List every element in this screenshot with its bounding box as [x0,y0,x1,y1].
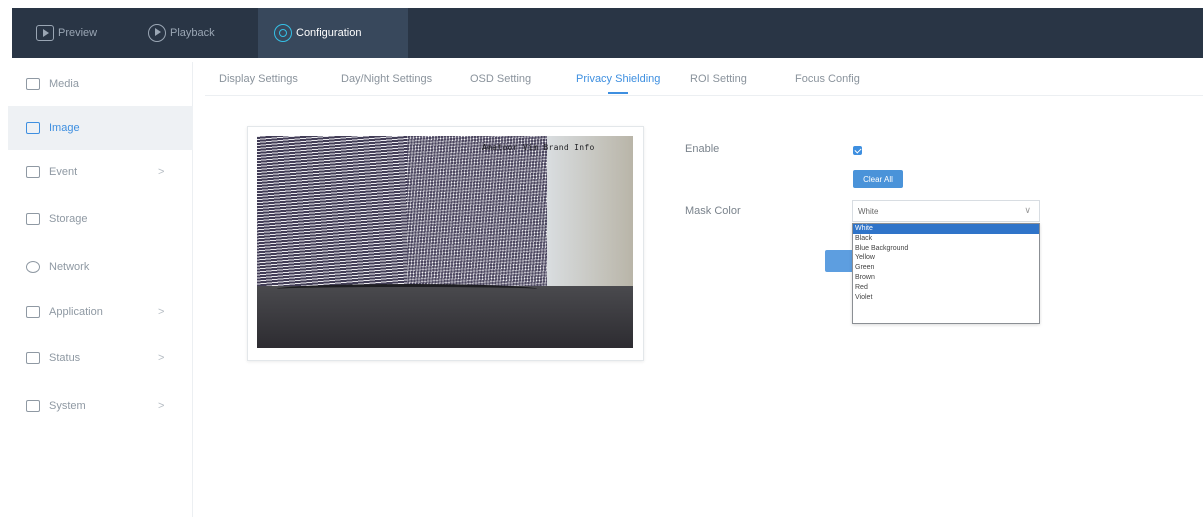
application-icon [26,306,40,318]
tab-configuration-label: Configuration [296,27,362,39]
play-square-icon [36,25,54,41]
image-icon [26,122,40,134]
sidebar-item-label: System [49,400,86,412]
sidebar-item-label: Storage [49,213,88,225]
video-preview-card: Amatoor Vim Brand Info [247,126,644,361]
option-yellow[interactable]: Yellow [853,253,1039,263]
tab-playback-label: Playback [170,27,215,39]
tab-day-night-settings[interactable]: Day/Night Settings [341,73,432,85]
enable-checkbox[interactable] [853,146,862,155]
sidebar: Media Image Event > Storage Network Appl… [8,62,193,517]
mask-color-select[interactable]: White ∨ [852,200,1040,222]
top-navigation-inner: Preview Playback Configuration [12,8,1203,58]
obscured-button[interactable] [825,250,852,272]
configuration-icon [274,24,292,42]
video-floor [257,286,633,348]
sidebar-item-label: Image [49,122,80,134]
top-navigation-bar: Preview Playback Configuration [0,0,1203,62]
tab-roi-setting[interactable]: ROI Setting [690,73,747,85]
storage-icon [26,213,40,225]
sidebar-item-label: Application [49,306,103,318]
system-icon [26,400,40,412]
tab-privacy-shielding[interactable]: Privacy Shielding [576,73,660,94]
sidebar-item-storage[interactable]: Storage [8,197,193,241]
tab-playback[interactable]: Playback [148,8,215,58]
mask-color-label: Mask Color [685,205,741,217]
mask-color-dropdown: White Black Blue Background Yellow Green… [852,223,1040,324]
sidebar-item-label: Event [49,166,78,178]
chevron-right-icon: > [158,400,165,412]
sidebar-item-label: Status [49,352,81,364]
tab-preview-label: Preview [58,27,98,39]
video-cable [277,284,537,294]
enable-label: Enable [685,143,720,155]
status-icon [26,352,40,364]
chevron-right-icon: > [158,166,165,178]
tab-osd-setting[interactable]: OSD Setting [470,73,531,85]
sidebar-item-image[interactable]: Image [8,106,193,150]
sidebar-item-event[interactable]: Event > [8,150,193,194]
sidebar-item-application[interactable]: Application > [8,290,193,334]
sidebar-item-media[interactable]: Media [8,62,193,106]
video-moire-overlay [407,136,547,306]
sidebar-item-network[interactable]: Network [8,245,193,289]
option-violet[interactable]: Violet [853,293,1039,303]
tab-configuration[interactable]: Configuration [258,8,408,58]
video-wall [547,136,633,306]
sidebar-item-label: Media [49,78,79,90]
event-icon [26,166,40,178]
tab-display-settings[interactable]: Display Settings [219,73,298,85]
sidebar-item-status[interactable]: Status > [8,336,193,380]
chevron-down-icon: ∨ [1024,205,1031,215]
option-blue-background[interactable]: Blue Background [853,244,1039,254]
play-circle-icon [148,24,166,42]
sub-tabs: Display Settings Day/Night Settings OSD … [205,62,1203,96]
option-red[interactable]: Red [853,283,1039,293]
media-icon [26,78,40,90]
clear-all-button[interactable]: Clear All [853,170,903,188]
option-brown[interactable]: Brown [853,273,1039,283]
sidebar-item-system[interactable]: System > [8,384,193,428]
video-osd-text: Amatoor Vim Brand Info [482,143,595,152]
video-preview[interactable]: Amatoor Vim Brand Info [257,136,633,348]
mask-color-selected-value: White [858,206,879,216]
chevron-right-icon: > [158,352,165,364]
option-green[interactable]: Green [853,263,1039,273]
option-white[interactable]: White [853,224,1039,234]
sidebar-item-label: Network [49,261,90,273]
chevron-right-icon: > [158,306,165,318]
tab-preview[interactable]: Preview [36,8,97,58]
option-black[interactable]: Black [853,234,1039,244]
network-icon [26,261,40,273]
tab-focus-config[interactable]: Focus Config [795,73,860,85]
